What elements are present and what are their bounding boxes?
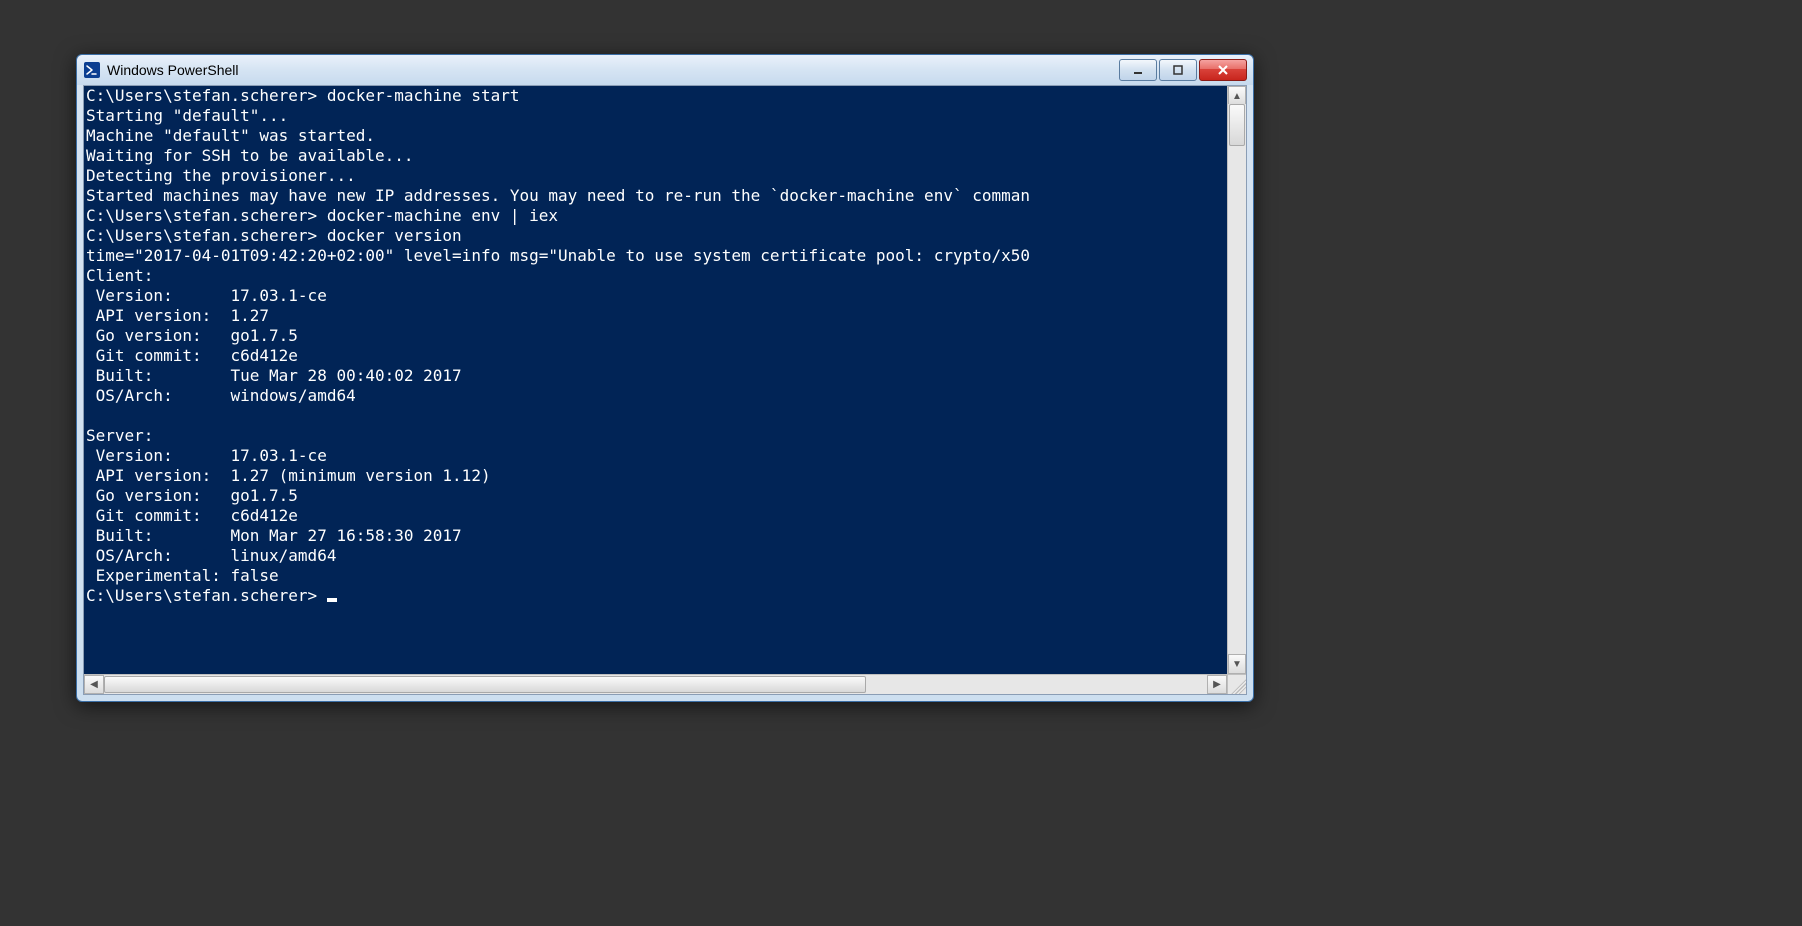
hscroll-track[interactable] (104, 675, 1207, 694)
terminal-line: Git commit: c6d412e (86, 506, 1227, 526)
terminal-line: API version: 1.27 (86, 306, 1227, 326)
vscroll-track[interactable] (1228, 104, 1246, 656)
prompt-text: C:\Users\stefan.scherer> (86, 226, 327, 245)
terminal-line: Started machines may have new IP address… (86, 186, 1227, 206)
terminal-line: Waiting for SSH to be available... (86, 146, 1227, 166)
prompt-text: C:\Users\stefan.scherer> (86, 86, 327, 105)
scroll-down-arrow-icon[interactable]: ▼ (1228, 654, 1246, 674)
terminal-output[interactable]: C:\Users\stefan.scherer> docker-machine … (84, 86, 1227, 674)
horizontal-scrollbar[interactable]: ◀ ▶ (84, 674, 1227, 694)
terminal-line: Version: 17.03.1-ce (86, 286, 1227, 306)
cursor (327, 598, 337, 602)
command-text: docker-machine start (327, 86, 520, 105)
terminal-line: Built: Tue Mar 28 00:40:02 2017 (86, 366, 1227, 386)
terminal-line: API version: 1.27 (minimum version 1.12) (86, 466, 1227, 486)
close-button[interactable] (1199, 59, 1247, 81)
terminal-line: Client: (86, 266, 1227, 286)
terminal-line: Server: (86, 426, 1227, 446)
terminal-line: OS/Arch: linux/amd64 (86, 546, 1227, 566)
bottom-scroll-row: ◀ ▶ (84, 674, 1246, 694)
vertical-scrollbar[interactable]: ▲ ▼ (1227, 86, 1246, 674)
prompt-text: C:\Users\stefan.scherer> (86, 586, 327, 605)
terminal-line: Experimental: false (86, 566, 1227, 586)
terminal-line: OS/Arch: windows/amd64 (86, 386, 1227, 406)
resize-grip[interactable] (1227, 674, 1246, 694)
powershell-icon (83, 61, 101, 79)
terminal-line: Git commit: c6d412e (86, 346, 1227, 366)
command-text: docker-machine env | iex (327, 206, 558, 225)
titlebar[interactable]: Windows PowerShell (77, 55, 1253, 85)
terminal-line: C:\Users\stefan.scherer> docker-machine … (86, 206, 1227, 226)
client-area: C:\Users\stefan.scherer> docker-machine … (83, 85, 1247, 695)
terminal-line: time="2017-04-01T09:42:20+02:00" level=i… (86, 246, 1227, 266)
terminal-line: Machine "default" was started. (86, 126, 1227, 146)
terminal-line: C:\Users\stefan.scherer> docker-machine … (86, 86, 1227, 106)
scroll-up-arrow-icon[interactable]: ▲ (1228, 86, 1246, 106)
terminal-line (86, 406, 1227, 426)
prompt-text: C:\Users\stefan.scherer> (86, 206, 327, 225)
hscroll-thumb[interactable] (104, 676, 866, 693)
terminal-line: Detecting the provisioner... (86, 166, 1227, 186)
scroll-left-arrow-icon[interactable]: ◀ (84, 675, 104, 694)
window-controls (1119, 59, 1247, 81)
command-text: docker version (327, 226, 462, 245)
vscroll-thumb[interactable] (1229, 104, 1245, 146)
window-title: Windows PowerShell (107, 62, 1119, 78)
terminal-line: Built: Mon Mar 27 16:58:30 2017 (86, 526, 1227, 546)
scroll-right-arrow-icon[interactable]: ▶ (1207, 675, 1227, 694)
minimize-button[interactable] (1119, 59, 1157, 81)
terminal-line: Version: 17.03.1-ce (86, 446, 1227, 466)
maximize-button[interactable] (1159, 59, 1197, 81)
terminal-line: C:\Users\stefan.scherer> docker version (86, 226, 1227, 246)
powershell-window: Windows PowerShell C:\Users\stefan.scher… (76, 54, 1254, 702)
terminal-line: Starting "default"... (86, 106, 1227, 126)
terminal-line: C:\Users\stefan.scherer> (86, 586, 1227, 606)
terminal-line: Go version: go1.7.5 (86, 486, 1227, 506)
terminal-area: C:\Users\stefan.scherer> docker-machine … (84, 86, 1246, 674)
terminal-line: Go version: go1.7.5 (86, 326, 1227, 346)
